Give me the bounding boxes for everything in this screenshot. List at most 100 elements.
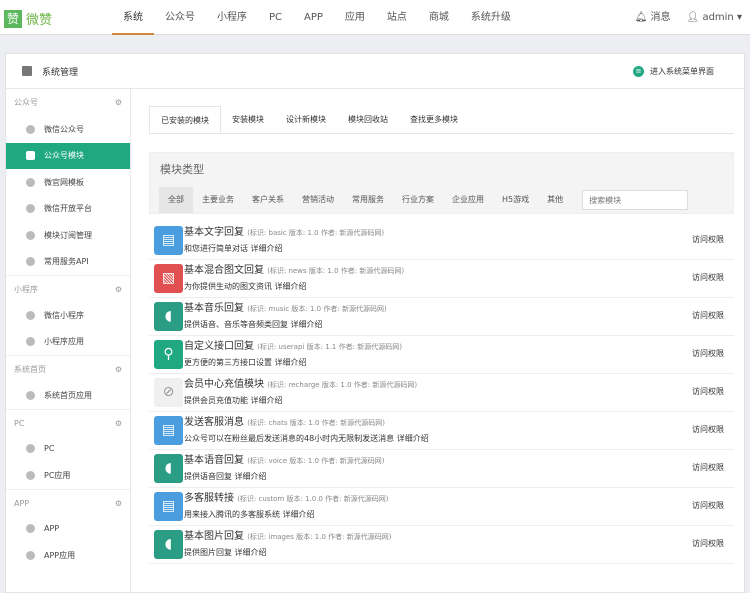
- module-description: 提供会员充值功能 详细介绍: [184, 396, 283, 405]
- module-description: 提供语音、音乐等音频类回复 详细介绍: [184, 320, 323, 329]
- module-list: ▤ 基本文字回复 (标识: basic 版本: 1.0 作者: 新源代源码网) 和您…: [149, 222, 734, 564]
- category-filter[interactable]: 主要业务: [193, 187, 243, 213]
- access-permission-link[interactable]: 访问权限: [692, 348, 724, 359]
- user-icon: 👤︎: [686, 12, 700, 23]
- nav-item[interactable]: APP: [293, 0, 334, 35]
- module-name[interactable]: 基本混合图文回复: [184, 265, 264, 276]
- sidebar-item-icon: [26, 177, 35, 187]
- access-permission-link[interactable]: 访问权限: [692, 272, 724, 283]
- category-filter[interactable]: 行业方案: [393, 187, 443, 213]
- module-meta: (标识: custom 版本: 1.0.0 作者: 新源代源码网): [237, 495, 389, 503]
- tab[interactable]: 设计新模块: [275, 106, 337, 133]
- sidebar-item[interactable]: APP: [6, 516, 130, 543]
- nav-item[interactable]: 应用: [334, 0, 376, 35]
- tab[interactable]: 模块回收站: [337, 106, 399, 133]
- user-menu[interactable]: 👤︎ admin ▾: [687, 0, 742, 35]
- sidebar-section-title: APP: [14, 498, 30, 508]
- sidebar-item[interactable]: 模块订阅管理: [6, 222, 130, 249]
- access-permission-link[interactable]: 访问权限: [692, 424, 724, 435]
- module-row: ▤ 多客服转接 (标识: custom 版本: 1.0.0 作者: 新源代源码网)…: [149, 488, 734, 526]
- category-filter[interactable]: 全部: [159, 187, 193, 213]
- sidebar-item-label: 常用服务API: [44, 257, 89, 267]
- sidebar-item-icon: [26, 151, 35, 161]
- nav-item[interactable]: 站点: [376, 0, 418, 35]
- module-type-title: 模块类型: [160, 163, 204, 176]
- module-name[interactable]: 发送客服消息: [184, 417, 244, 428]
- logo[interactable]: 赞微赞: [4, 9, 52, 28]
- sidebar-item[interactable]: PC应用: [6, 462, 130, 489]
- module-description: 公众号可以在粉丝最后发送消息的48小时内无限制发送消息 详细介绍: [184, 434, 429, 443]
- sidebar-item-label: 系统首页应用: [44, 390, 92, 400]
- search-module-input[interactable]: [582, 190, 689, 210]
- sidebar-item[interactable]: 常用服务API: [6, 249, 130, 276]
- main-nav: 系统 公众号 小程序 PC APP 应用 站点 商城 系统升级: [112, 0, 522, 35]
- gear-icon[interactable]: ⚙: [115, 356, 122, 383]
- book-icon: ▤: [154, 226, 183, 255]
- gear-icon[interactable]: ⚙: [115, 490, 122, 517]
- tab[interactable]: 安装模块: [221, 106, 275, 133]
- nav-item[interactable]: 系统: [112, 0, 154, 35]
- sidebar-section-title: 小程序: [14, 285, 38, 294]
- messages-link[interactable]: 🔔︎ 消息: [635, 0, 671, 35]
- access-permission-link[interactable]: 访问权限: [692, 310, 724, 321]
- sidebar-item-label: PC应用: [44, 470, 71, 480]
- sidebar-item-label: 模块订阅管理: [44, 230, 92, 240]
- module-name[interactable]: 多客服转接: [184, 493, 234, 504]
- module-name[interactable]: 基本语音回复: [184, 455, 244, 466]
- category-filter[interactable]: H5游戏: [493, 187, 538, 213]
- nav-item[interactable]: 小程序: [206, 0, 258, 35]
- category-filter[interactable]: 客户关系: [243, 187, 293, 213]
- module-meta: (标识: chats 版本: 1.0 作者: 新源代源码网): [247, 419, 385, 427]
- gear-icon[interactable]: ⚙: [115, 410, 122, 437]
- enter-menu-label: 进入系统菜单界面: [650, 67, 714, 76]
- sidebar-section-header: 系统首页 ⚙: [6, 355, 130, 382]
- nav-item[interactable]: 公众号: [154, 0, 206, 35]
- gear-icon[interactable]: ⚙: [115, 89, 122, 116]
- module-title: 基本混合图文回复 (标识: news 版本: 1.0 作者: 新源代源码网): [184, 264, 434, 278]
- module-name[interactable]: 基本音乐回复: [184, 303, 244, 314]
- category-filter[interactable]: 常用服务: [343, 187, 393, 213]
- access-permission-link[interactable]: 访问权限: [692, 538, 724, 549]
- module-title: 基本语音回复 (标识: voice 版本: 1.0 作者: 新源代源码网): [184, 454, 434, 468]
- sidebar-item-label: APP应用: [44, 550, 76, 560]
- module-description: 更方便的第三方接口设置 详细介绍: [184, 358, 307, 367]
- category-filter[interactable]: 企业应用: [443, 187, 493, 213]
- sidebar-section-title: 系统首页: [14, 365, 46, 374]
- module-name[interactable]: 自定义接口回复: [184, 341, 254, 352]
- tab[interactable]: 已安装的模块: [149, 106, 221, 133]
- sidebar-item-icon: [26, 204, 35, 214]
- system-panel: 系统管理 ≡ 进入系统菜单界面 公众号 ⚙ 微信公众号 公众号模块 微官网模板 微信开放平台…: [5, 53, 745, 593]
- category-filter[interactable]: 营销活动: [293, 187, 343, 213]
- tab[interactable]: 查找更多模块: [399, 106, 469, 133]
- sidebar-item[interactable]: 系统首页应用: [6, 382, 130, 409]
- sidebar-item[interactable]: 微信公众号: [6, 116, 130, 143]
- nav-item[interactable]: 商城: [418, 0, 460, 35]
- module-description: 和您进行简单对话 详细介绍: [184, 244, 283, 253]
- sidebar-item[interactable]: 公众号模块: [6, 142, 130, 169]
- sidebar-item[interactable]: 微官网模板: [6, 169, 130, 196]
- module-name[interactable]: 基本图片回复: [184, 531, 244, 542]
- category-filter[interactable]: 其他: [538, 187, 572, 213]
- access-permission-link[interactable]: 访问权限: [692, 500, 724, 511]
- access-permission-link[interactable]: 访问权限: [692, 234, 724, 245]
- sidebar-item[interactable]: 小程序应用: [6, 329, 130, 356]
- sidebar-item-icon: [26, 390, 35, 400]
- nav-item[interactable]: PC: [258, 0, 293, 35]
- module-meta: (标识: music 版本: 1.0 作者: 新源代源码网): [247, 305, 387, 313]
- module-name[interactable]: 会员中心充值模块: [184, 379, 264, 390]
- access-permission-link[interactable]: 访问权限: [692, 462, 724, 473]
- sidebar-item[interactable]: 微信小程序: [6, 302, 130, 329]
- nav-item[interactable]: 系统升级: [460, 0, 522, 35]
- enter-menu-button[interactable]: ≡ 进入系统菜单界面: [633, 66, 714, 77]
- module-name[interactable]: 基本文字回复: [184, 227, 244, 238]
- gear-icon[interactable]: ⚙: [115, 276, 122, 303]
- logo-text: 微赞: [26, 13, 53, 28]
- sidebar-item[interactable]: PC: [6, 436, 130, 463]
- sidebar-item-label: 微信小程序: [44, 310, 84, 320]
- module-type-filter: 模块类型 全部 主要业务 客户关系 营销活动 常用服务 行业方案 企业应用 H5游戏 其他: [149, 152, 734, 214]
- sidebar-item[interactable]: APP应用: [6, 542, 130, 569]
- module-meta: (标识: recharge 版本: 1.0 作者: 新源代源码网): [267, 381, 418, 389]
- access-permission-link[interactable]: 访问权限: [692, 386, 724, 397]
- sidebar-item[interactable]: 微信开放平台: [6, 196, 130, 223]
- module-row: ◖ 基本语音回复 (标识: voice 版本: 1.0 作者: 新源代源码网) 提供…: [149, 450, 734, 488]
